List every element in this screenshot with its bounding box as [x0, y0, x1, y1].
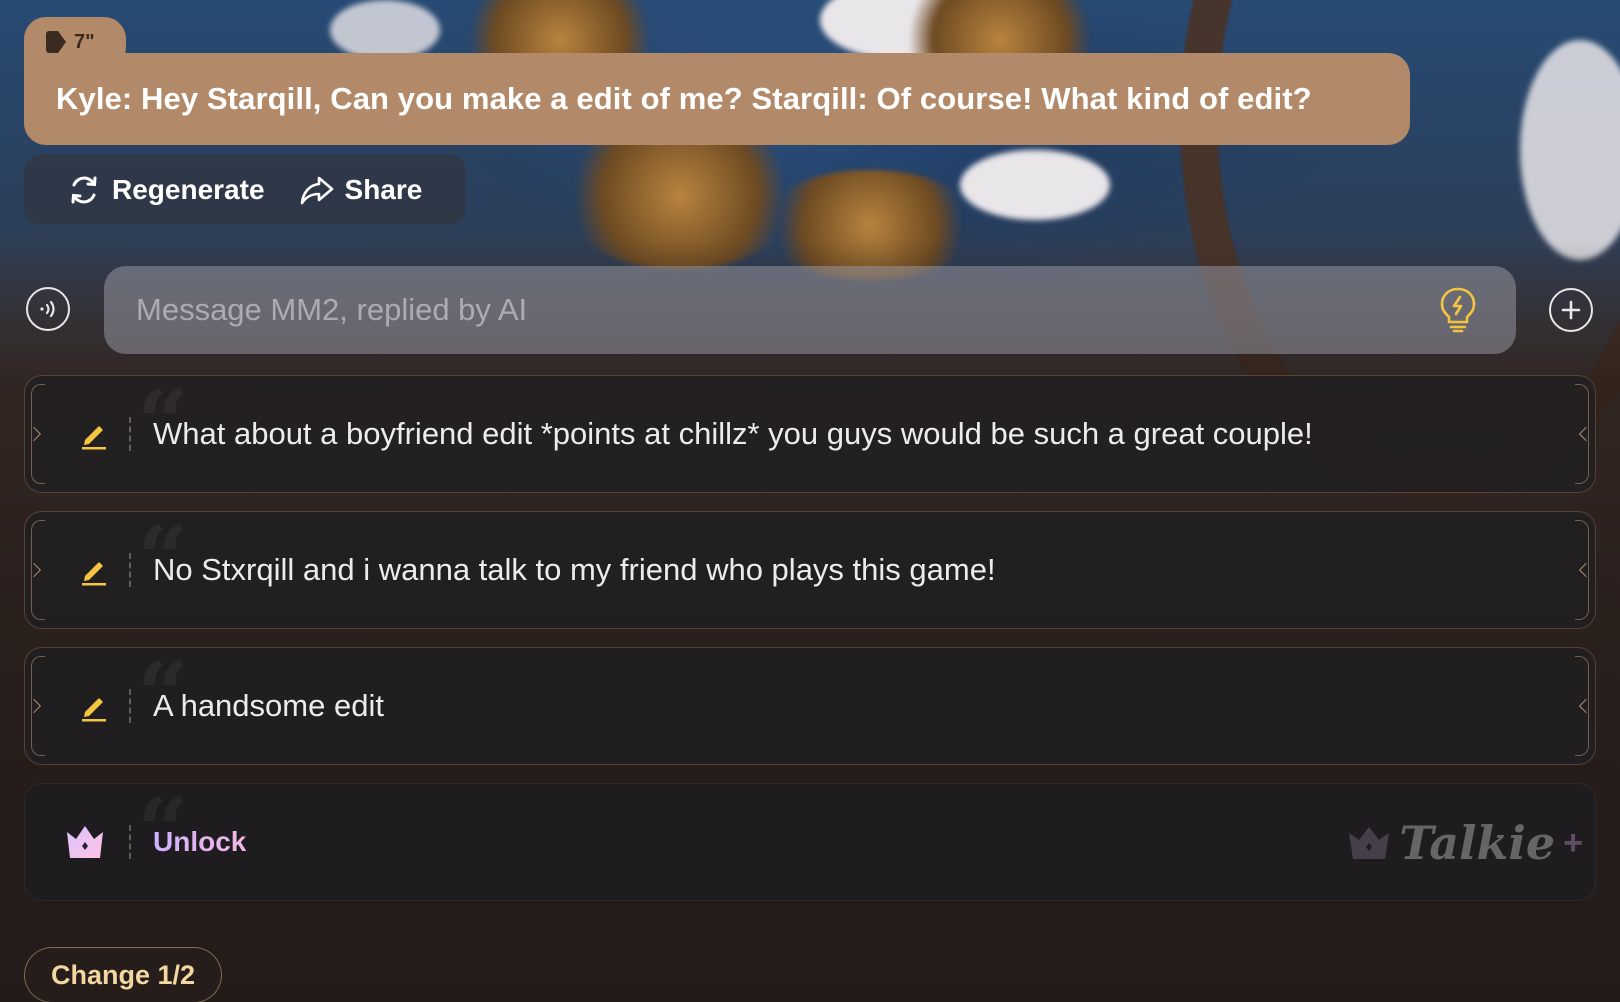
message-input[interactable]	[136, 292, 1436, 328]
message-input-container	[104, 266, 1516, 354]
share-label: Share	[344, 173, 423, 205]
suggestion-card[interactable]: “ A handsome edit	[24, 647, 1596, 765]
regenerate-button[interactable]: Regenerate	[66, 172, 265, 208]
ai-message-bubble: Kyle: Hey Starqill, Can you make a edit …	[24, 53, 1410, 145]
pencil-icon[interactable]	[79, 418, 109, 450]
talkie-plus-logo: Talkie +	[1347, 816, 1583, 870]
add-button[interactable]	[1549, 288, 1593, 332]
suggestion-text: What about a boyfriend edit *points at c…	[153, 416, 1313, 451]
regenerate-label: Regenerate	[112, 173, 265, 205]
refresh-icon	[71, 176, 97, 203]
share-icon	[300, 176, 333, 204]
share-button[interactable]: Share	[299, 172, 423, 208]
suggestion-card[interactable]: “ What about a boyfriend edit *points at…	[24, 375, 1596, 493]
unlock-card[interactable]: “ Unlock Talkie +	[24, 783, 1596, 901]
suggestion-card[interactable]: “ No Stxrqill and i wanna talk to my fri…	[24, 511, 1596, 629]
voice-wave-icon	[40, 300, 55, 318]
play-icon	[46, 31, 66, 53]
message-actions: Regenerate Share	[24, 154, 466, 225]
pencil-icon[interactable]	[79, 554, 109, 586]
message-text: Kyle: Hey Starqill, Can you make a edit …	[56, 81, 1312, 116]
lightbulb-icon[interactable]	[1436, 285, 1480, 335]
plus-circle-icon	[1561, 300, 1581, 320]
suggestion-text: A handsome edit	[153, 688, 384, 723]
voice-input-button[interactable]	[26, 287, 70, 331]
pencil-icon[interactable]	[79, 690, 109, 722]
brand-plus: +	[1563, 823, 1583, 862]
voice-duration-badge[interactable]: 7"	[24, 17, 126, 69]
change-label: Change 1/2	[50, 959, 196, 990]
talkie-brand: Talkie	[1399, 816, 1556, 870]
suggestion-text: No Stxrqill and i wanna talk to my frien…	[153, 552, 996, 587]
crown-icon	[1349, 827, 1390, 859]
duration-label: 7"	[74, 31, 95, 53]
crown-icon	[67, 826, 103, 858]
change-suggestions-button[interactable]: Change 1/2	[24, 947, 222, 1002]
unlock-label: Unlock	[153, 826, 247, 857]
